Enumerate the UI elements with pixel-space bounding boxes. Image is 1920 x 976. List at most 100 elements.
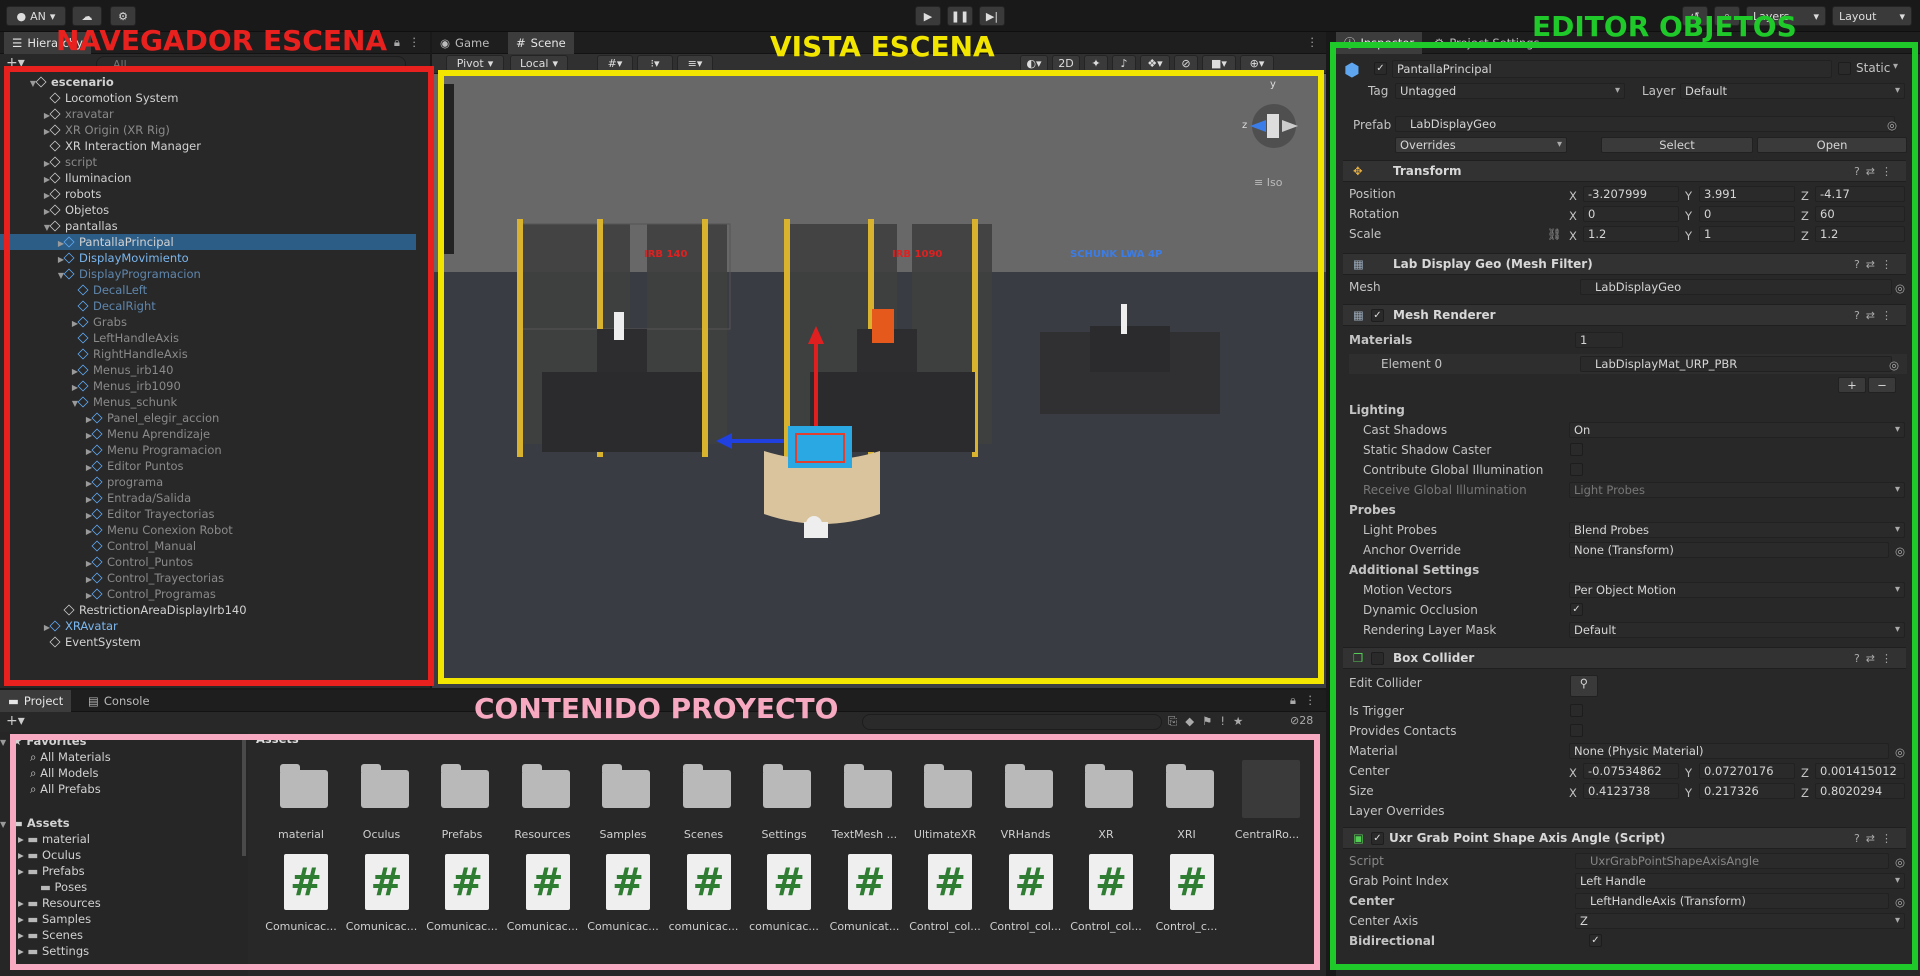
hierarchy-item[interactable]: ▼ Menus_schunk [0, 394, 416, 410]
active-checkbox[interactable]: ✓ [1374, 62, 1387, 75]
expand-arrow-icon[interactable] [0, 90, 50, 106]
expand-arrow-icon[interactable] [0, 282, 78, 298]
rendering-layer-mask-dropdown[interactable]: Default [1569, 622, 1905, 638]
link-icon[interactable]: ⛓ [1547, 224, 1562, 244]
tag-dropdown[interactable]: Untagged [1395, 83, 1625, 99]
project-search-input[interactable] [862, 714, 1162, 730]
light-probes-dropdown[interactable]: Blend Probes [1569, 522, 1905, 538]
collider-size-z-field[interactable]: 0.8020294 [1815, 783, 1905, 799]
project-folder-item[interactable]: ▸ ▬ Oculus [0, 847, 240, 863]
ruler-button[interactable]: ≡▾ [677, 55, 713, 72]
lock-icon[interactable]: 🔒︎ [1290, 693, 1296, 708]
expand-arrow-icon[interactable] [0, 330, 78, 346]
lighting-toggle-icon[interactable]: ✦ [1084, 55, 1108, 72]
dynamic-occlusion-checkbox[interactable]: ✓ [1570, 603, 1583, 616]
tab-game[interactable]: ◉ Game [432, 32, 497, 54]
effects-toggle-icon[interactable]: ❖▾ [1140, 55, 1170, 72]
edit-collider-button[interactable]: ⚲ [1570, 675, 1598, 697]
hierarchy-item[interactable]: ▶ Grabs [0, 314, 416, 330]
tab-inspector[interactable]: ⓘ Inspector [1336, 32, 1423, 54]
hierarchy-item[interactable]: ▶ XRAvatar [0, 618, 416, 634]
contribute-gi-checkbox[interactable] [1570, 463, 1583, 476]
account-button[interactable]: ● AN ▾ [6, 6, 66, 26]
layer-overrides-row[interactable]: Layer Overrides [1349, 801, 1907, 821]
hierarchy-item[interactable]: ▼ pantallas [0, 218, 416, 234]
remove-element-button[interactable]: − [1868, 377, 1896, 393]
hierarchy-item[interactable]: ▶ PantallaPrincipal [0, 234, 416, 250]
folder-asset[interactable]: Scenes [665, 760, 743, 846]
hierarchy-item[interactable]: ▶ robots [0, 186, 416, 202]
folder-asset[interactable]: Prefabs [423, 760, 501, 846]
snap-increment-button[interactable]: ⁝▾ [637, 55, 673, 72]
expand-arrow-icon[interactable] [0, 602, 64, 618]
component-menu-icons[interactable]: ?⇄⋮ [1854, 165, 1898, 178]
expand-arrow-icon[interactable] [0, 346, 78, 362]
script-asset[interactable]: # Control_col... [1067, 852, 1145, 938]
add-icon[interactable]: +▾ [6, 55, 25, 71]
script-asset[interactable]: # Comunicac... [262, 852, 340, 938]
materials-count-field[interactable]: 1 [1575, 332, 1623, 348]
folder-asset[interactable]: material [262, 760, 340, 846]
collider-size-x-field[interactable]: 0.4123738 [1583, 783, 1679, 799]
scale-y-field[interactable]: 1 [1699, 226, 1795, 242]
target-icon[interactable]: ◎ [1895, 852, 1905, 872]
cloud-icon[interactable]: ☁ [72, 6, 102, 26]
hierarchy-item[interactable]: DecalLeft [0, 282, 416, 298]
collab-icon[interactable]: ⚙ [110, 6, 136, 26]
hierarchy-item[interactable]: ▶ Menu Programacion [0, 442, 416, 458]
pivot-dropdown[interactable]: Pivot ▾ [446, 55, 504, 72]
target-icon[interactable]: ◎ [1895, 541, 1905, 561]
gizmos-button[interactable]: ⊕▾ [1240, 55, 1274, 72]
prefab-asset[interactable]: CentralRo... [1228, 760, 1306, 846]
local-dropdown[interactable]: Local ▾ [510, 55, 568, 72]
folder-asset[interactable]: XR [1067, 760, 1145, 846]
provides-contacts-checkbox[interactable] [1570, 724, 1583, 737]
hidden-toggle-icon[interactable]: ⊘ [1174, 55, 1198, 72]
hierarchy-item[interactable]: ▶ Menus_irb140 [0, 362, 416, 378]
script-asset[interactable]: # Comunicac... [584, 852, 662, 938]
hierarchy-item[interactable]: ▶ Control_Programas [0, 586, 416, 602]
hierarchy-item[interactable]: ▶ Control_Puntos [0, 554, 416, 570]
layer-dropdown[interactable]: Default [1680, 83, 1905, 99]
target-icon[interactable]: ◎ [1895, 278, 1905, 298]
folder-asset[interactable]: Settings [745, 760, 823, 846]
shading-button[interactable]: ◐▾ [1020, 55, 1048, 72]
collider-material-field[interactable]: None (Physic Material) [1569, 743, 1889, 759]
scale-x-field[interactable]: 1.2 [1583, 226, 1679, 242]
script-asset[interactable]: # Comunicac... [423, 852, 501, 938]
expand-arrow-icon[interactable] [0, 634, 50, 650]
script-asset[interactable]: # Control_col... [987, 852, 1065, 938]
assets-root-item[interactable]: ▼ ▬ Assets [0, 815, 248, 831]
box-collider-component-header[interactable]: ❒ Box Collider ?⇄⋮ [1343, 647, 1906, 669]
hierarchy-item[interactable]: ▶ Control_Trayectorias [0, 570, 416, 586]
additional-settings-section[interactable]: Additional Settings [1349, 560, 1907, 580]
static-checkbox[interactable] [1838, 62, 1851, 75]
play-button[interactable]: ▶ [915, 6, 941, 26]
overrides-dropdown[interactable]: Overrides [1395, 137, 1567, 153]
box-collider-enabled-checkbox[interactable] [1371, 652, 1384, 665]
grab-script-component-header[interactable]: ▣ ✓ Uxr Grab Point Shape Axis Angle (Scr… [1343, 827, 1906, 849]
camera-settings-icon[interactable]: ■▾ [1202, 55, 1236, 72]
hierarchy-search-input[interactable] [96, 56, 406, 72]
collider-center-x-field[interactable]: -0.07534862 [1583, 763, 1679, 779]
script-asset[interactable]: # Control_c... [1148, 852, 1226, 938]
kebab-menu-icon[interactable]: ⋮ [1305, 693, 1317, 707]
component-menu-icons[interactable]: ?⇄⋮ [1854, 652, 1898, 665]
hierarchy-item[interactable]: RightHandleAxis [0, 346, 416, 362]
folder-asset[interactable]: Samples [584, 760, 662, 846]
hierarchy-item[interactable]: RestrictionAreaDisplayIrb140 [0, 602, 416, 618]
component-menu-icons[interactable]: ?⇄⋮ [1854, 258, 1898, 271]
script-asset[interactable]: # comunicac... [665, 852, 743, 938]
add-icon[interactable]: +▾ [6, 713, 25, 729]
folder-asset[interactable]: UltimateXR [906, 760, 984, 846]
mesh-filter-component-header[interactable]: ▦ Lab Display Geo (Mesh Filter) ?⇄⋮ [1343, 253, 1906, 275]
collider-center-z-field[interactable]: 0.001415012 [1815, 763, 1905, 779]
cast-shadows-dropdown[interactable]: On [1569, 422, 1905, 438]
hierarchy-item[interactable]: ▶ Editor Trayectorias [0, 506, 416, 522]
folder-asset[interactable]: XRI [1148, 760, 1226, 846]
hierarchy-item[interactable]: ▶ Editor Puntos [0, 458, 416, 474]
position-y-field[interactable]: 3.991 [1699, 186, 1795, 202]
rotation-x-field[interactable]: 0 [1583, 206, 1679, 222]
pause-button[interactable]: ❚❚ [947, 6, 973, 26]
hierarchy-item[interactable]: EventSystem [0, 634, 416, 650]
